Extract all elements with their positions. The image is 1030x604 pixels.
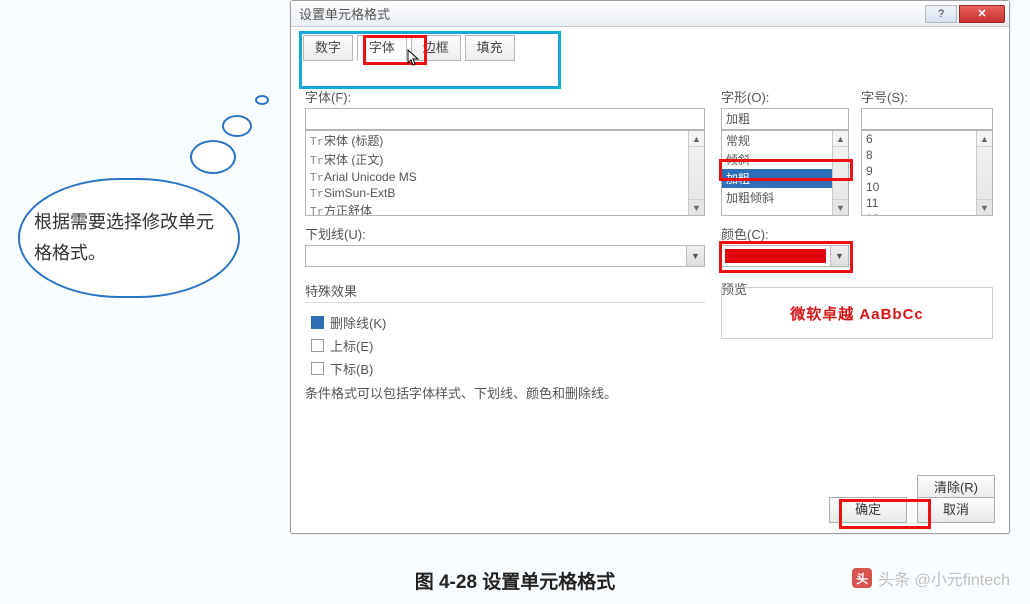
font-listbox[interactable]: Tr宋体 (标题) Tr宋体 (正文) TrArial Unicode MS T… [305, 130, 705, 216]
size-input[interactable] [861, 108, 993, 130]
effects-label: 特殊效果 [305, 281, 705, 300]
tab-fill[interactable]: 填充 [465, 35, 515, 61]
style-item[interactable]: 加粗 [722, 169, 848, 188]
chevron-down-icon[interactable]: ▼ [830, 246, 848, 266]
scrollbar[interactable]: ▲▼ [832, 131, 848, 215]
format-cells-dialog: 设置单元格格式 ? ✕ 数字 字体 边框 填充 字体(F): Tr宋体 (标题)… [290, 0, 1010, 534]
close-button[interactable]: ✕ [959, 5, 1005, 23]
tab-bar: 数字 字体 边框 填充 [303, 35, 1009, 69]
size-listbox[interactable]: 6 8 9 10 11 12 ▲▼ [861, 130, 993, 216]
tab-font[interactable]: 字体 [357, 35, 407, 61]
color-swatch [725, 249, 826, 263]
font-item[interactable]: 方正舒体 [324, 204, 372, 216]
bubble-text: 根据需要选择修改单元格格式。 [34, 207, 224, 268]
hint-text: 条件格式可以包括字体样式、下划线、颜色和删除线。 [305, 383, 617, 402]
size-item[interactable]: 9 [862, 163, 992, 179]
scrollbar[interactable]: ▲▼ [976, 131, 992, 215]
style-label: 字形(O): [721, 87, 849, 106]
scrollbar[interactable]: ▲▼ [688, 131, 704, 215]
chevron-down-icon[interactable]: ▼ [686, 246, 704, 266]
preview-box: 微软卓越 AaBbCc [721, 287, 993, 339]
watermark-logo-icon: 头 [852, 568, 872, 588]
font-item[interactable]: 宋体 (正文) [324, 153, 383, 167]
thought-bubble: 根据需要选择修改单元格格式。 [18, 178, 240, 298]
titlebar[interactable]: 设置单元格格式 ? ✕ [291, 1, 1009, 27]
checkbox-icon [311, 362, 324, 375]
superscript-checkbox[interactable]: 上标(E) [311, 336, 705, 355]
size-item[interactable]: 11 [862, 195, 992, 211]
watermark: 头 头条 @小元fintech [852, 566, 1010, 590]
font-item[interactable]: 宋体 (标题) [324, 134, 383, 148]
underline-combo[interactable]: ▼ [305, 245, 705, 267]
sub-label: 下标(B) [330, 359, 373, 378]
font-item[interactable]: SimSun-ExtB [324, 186, 395, 200]
font-item[interactable]: Arial Unicode MS [324, 170, 417, 184]
help-button[interactable]: ? [925, 5, 957, 23]
cancel-button[interactable]: 取消 [917, 497, 995, 523]
strike-label: 删除线(K) [330, 313, 386, 332]
watermark-text: 头条 @小元fintech [878, 566, 1010, 590]
font-input[interactable] [305, 108, 705, 130]
size-item[interactable]: 8 [862, 147, 992, 163]
size-item[interactable]: 6 [862, 131, 992, 147]
size-item[interactable]: 12 [862, 211, 992, 216]
dialog-title: 设置单元格格式 [299, 4, 390, 23]
style-input[interactable]: 加粗 [721, 108, 849, 130]
size-label: 字号(S): [861, 87, 993, 106]
tab-border[interactable]: 边框 [411, 35, 461, 61]
checkbox-icon [311, 339, 324, 352]
style-item[interactable]: 加粗倾斜 [722, 188, 848, 207]
checkbox-icon [311, 316, 324, 329]
color-combo[interactable]: ▼ [721, 245, 849, 267]
underline-label: 下划线(U): [305, 224, 705, 243]
style-listbox[interactable]: 常规 倾斜 加粗 加粗倾斜 ▲▼ [721, 130, 849, 216]
color-label: 颜色(C): [721, 224, 849, 243]
style-item[interactable]: 常规 [722, 131, 848, 150]
bubble-dot [190, 140, 236, 174]
style-item[interactable]: 倾斜 [722, 150, 848, 169]
size-item[interactable]: 10 [862, 179, 992, 195]
strike-checkbox[interactable]: 删除线(K) [311, 313, 705, 332]
bubble-dot [255, 95, 269, 105]
subscript-checkbox[interactable]: 下标(B) [311, 359, 705, 378]
ok-button[interactable]: 确定 [829, 497, 907, 523]
font-label: 字体(F): [305, 87, 705, 106]
tab-number[interactable]: 数字 [303, 35, 353, 61]
bubble-dot [222, 115, 252, 137]
super-label: 上标(E) [330, 336, 373, 355]
preview-text: 微软卓越 AaBbCc [790, 303, 924, 324]
